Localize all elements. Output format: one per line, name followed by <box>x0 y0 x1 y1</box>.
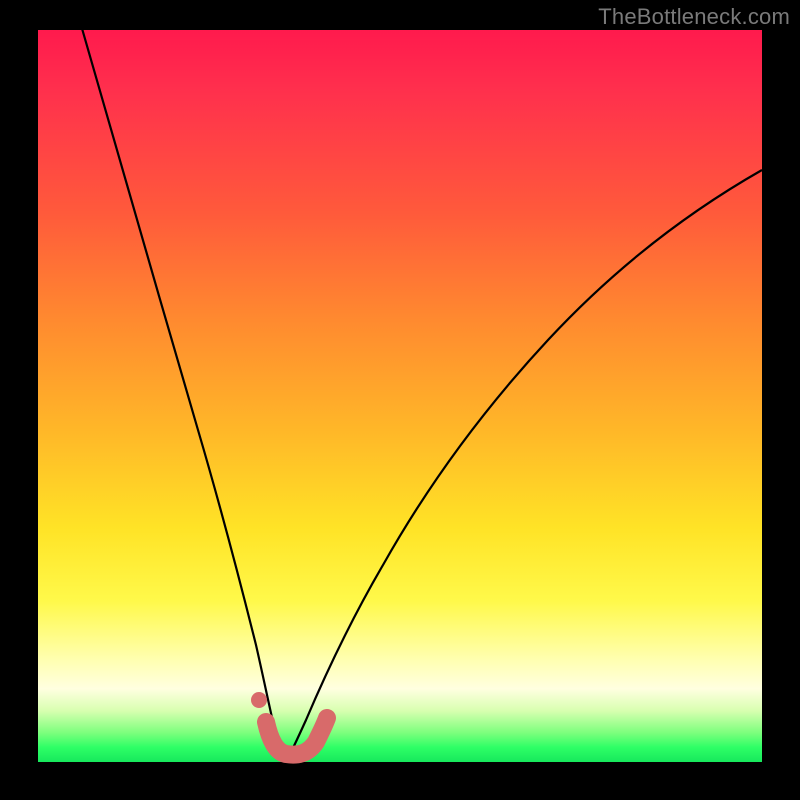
watermark-text: TheBottleneck.com <box>598 4 790 30</box>
curve-layer <box>38 30 762 762</box>
chart-frame: TheBottleneck.com <box>0 0 800 800</box>
marker-dot <box>251 692 267 708</box>
right-curve <box>285 170 762 762</box>
plot-area <box>38 30 762 762</box>
bottleneck-marker <box>266 718 327 755</box>
left-curve <box>81 25 285 762</box>
